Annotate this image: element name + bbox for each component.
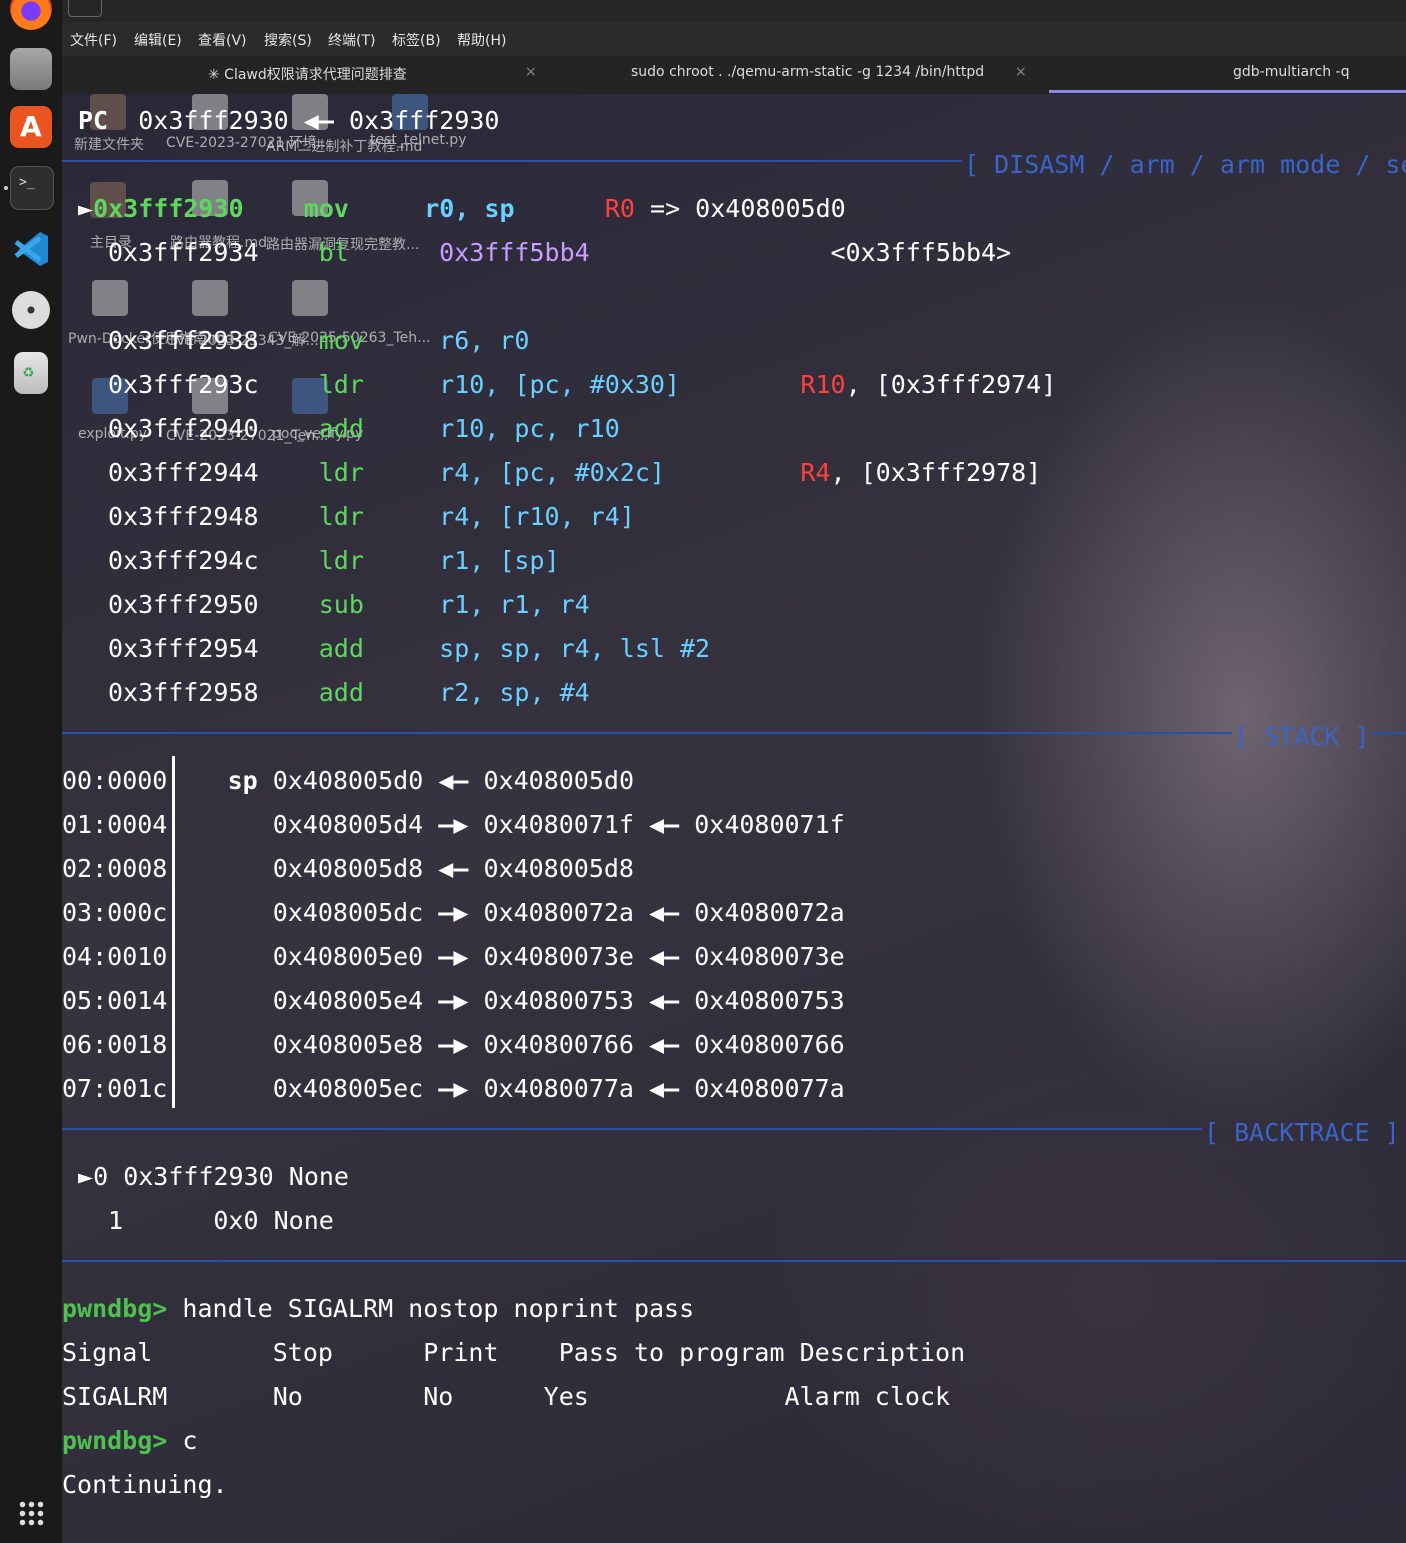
stack-row: 04:0010 0x408005e0 —▶ 0x4080073e ◀— 0x40… xyxy=(62,942,845,971)
disasm-line: 0x3fff2944 ldr r4, [pc, #0x2c] R4, [0x3f… xyxy=(108,458,1042,487)
tab-clawd[interactable]: ✳ Clawd权限请求代理问题排查 xyxy=(208,64,407,84)
pc-arrow: ◀— xyxy=(303,106,334,135)
active-indicator xyxy=(4,186,8,190)
menu-file[interactable]: 文件(F) xyxy=(70,30,117,50)
console-output: Continuing. xyxy=(62,1470,228,1499)
window-handle xyxy=(68,0,102,17)
menu-help[interactable]: 帮助(H) xyxy=(457,30,506,50)
stack-row: 07:001c 0x408005ec —▶ 0x4080077a ◀— 0x40… xyxy=(62,1074,845,1103)
stack-row: 02:0008 0x408005d8 ◀— 0x408005d8 xyxy=(62,854,634,883)
disasm-line: 0x3fff2940 add r10, pc, r10 xyxy=(108,414,620,443)
firefox-icon[interactable] xyxy=(10,0,52,30)
terminal-icon[interactable]: >_ xyxy=(10,166,54,210)
top-strip xyxy=(62,0,1406,22)
backtrace-separator xyxy=(62,1128,1202,1130)
files-icon[interactable] xyxy=(10,48,52,90)
pc-label: PC xyxy=(78,106,109,135)
menu-edit[interactable]: 编辑(E) xyxy=(134,30,182,50)
tab-chroot[interactable]: sudo chroot . ./qemu-arm-static -g 1234 … xyxy=(631,64,984,80)
disasm-header: [ DISASM / arm / arm mode / se xyxy=(964,150,1406,179)
stack-row: 03:000c 0x408005dc —▶ 0x4080072a ◀— 0x40… xyxy=(62,898,845,927)
markdown-icon xyxy=(92,280,128,316)
backtrace-header: [ BACKTRACE ] xyxy=(1204,1118,1400,1147)
app-center-icon[interactable]: A xyxy=(10,106,52,148)
stack-row: 06:0018 0x408005e8 —▶ 0x40800766 ◀— 0x40… xyxy=(62,1030,845,1059)
backtrace-row: 1 0x0 None xyxy=(108,1206,334,1235)
tab-gdb[interactable]: gdb-multiarch -q xyxy=(1233,64,1349,80)
pc-target: 0x3fff2930 xyxy=(348,106,500,135)
tab-close-icon[interactable]: × xyxy=(1015,64,1027,80)
disasm-line: 0x3fff2934 bl 0x3fff5bb4 <0x3fff5bb4> xyxy=(108,238,1012,267)
disasm-line: 0x3fff2958 add r2, sp, #4 xyxy=(108,678,590,707)
stack-separator-tail xyxy=(1372,732,1406,734)
disasm-line: 0x3fff2938 mov r6, r0 xyxy=(108,326,530,355)
markdown-icon xyxy=(192,280,228,316)
trash-icon[interactable]: ♻ xyxy=(14,352,48,394)
stack-header: [ STACK ] xyxy=(1234,722,1370,751)
disc-icon[interactable] xyxy=(12,291,50,329)
active-tab-indicator xyxy=(1049,90,1406,93)
disasm-line: 0x3fff2950 sub r1, r1, r4 xyxy=(108,590,590,619)
vscode-icon[interactable] xyxy=(10,228,52,270)
disasm-line: 0x3fff2954 add sp, sp, r4, lsl #2 xyxy=(108,634,711,663)
desktop-item: 新建文件夹 xyxy=(74,137,144,153)
stack-row: 01:0004 0x408005d4 —▶ 0x4080071f ◀— 0x40… xyxy=(62,810,845,839)
markdown-icon xyxy=(292,280,328,316)
apps-grid-icon[interactable] xyxy=(18,1500,46,1528)
stack-separator xyxy=(62,732,1232,734)
console-command: pwndbg> c xyxy=(62,1426,198,1455)
terminal-view[interactable]: 新建文件夹 CVE-2023-27021 环境... ARM二进制补丁教程.md… xyxy=(62,94,1406,1543)
stack-row: 00:0000 sp 0x408005d0 ◀— 0x408005d0 xyxy=(62,766,635,795)
menu-view[interactable]: 查看(V) xyxy=(198,30,247,50)
stack-row: 05:0014 0x408005e4 —▶ 0x40800753 ◀— 0x40… xyxy=(62,986,845,1015)
pc-line: PC 0x3fff2930 ◀— 0x3fff2930 xyxy=(78,106,499,136)
disasm-line: 0x3fff293c ldr r10, [pc, #0x30] R10, [0x… xyxy=(108,370,1057,399)
menu-search[interactable]: 搜索(S) xyxy=(264,30,312,50)
signal-table-header: Signal Stop Print Pass to program Descri… xyxy=(62,1338,966,1367)
disasm-separator xyxy=(62,160,962,162)
disasm-line: 0x3fff294c ldr r1, [sp] xyxy=(108,546,560,575)
menu-terminal[interactable]: 终端(T) xyxy=(328,30,375,50)
backtrace-row: ►0 0x3fff2930 None xyxy=(78,1162,349,1191)
signal-table-row: SIGALRM No No Yes Alarm clock xyxy=(62,1382,951,1411)
menu-tabs[interactable]: 标签(B) xyxy=(392,30,441,50)
dock: A >_ ♻ xyxy=(0,0,62,1543)
disasm-line: ►0x3fff2930 mov r0, sp R0 => 0x408005d0 xyxy=(78,194,846,223)
pc-addr: 0x3fff2930 xyxy=(138,106,289,135)
context-end-separator xyxy=(62,1260,1406,1262)
tab-close-icon[interactable]: × xyxy=(525,64,537,80)
console-command: pwndbg> handle SIGALRM nostop noprint pa… xyxy=(62,1294,695,1323)
disasm-line: 0x3fff2948 ldr r4, [r10, r4] xyxy=(108,502,635,531)
